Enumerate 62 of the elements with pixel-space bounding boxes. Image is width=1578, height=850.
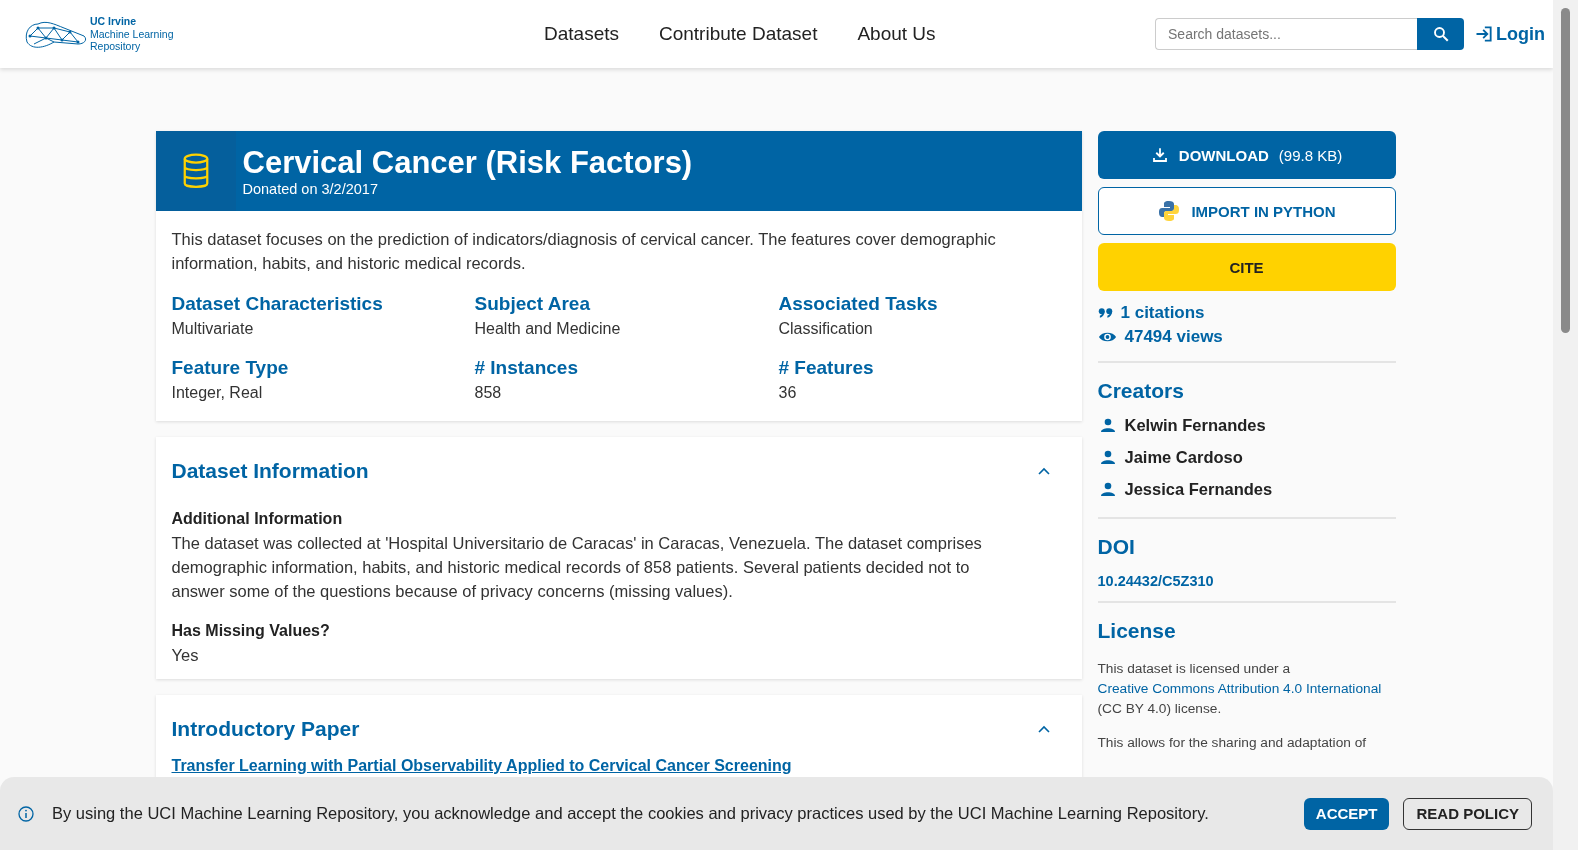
citation-count[interactable]: 1 citations: [1120, 301, 1205, 325]
creator-name: Kelwin Fernandes: [1124, 415, 1266, 436]
cite-button[interactable]: CITE: [1097, 243, 1396, 291]
nav-link[interactable]: Datasets: [544, 23, 619, 45]
view-count: 47494 views: [1124, 326, 1223, 348]
characteristic-label: Dataset Characteristics: [171, 292, 384, 316]
dataset-title: Cervical Cancer (Risk Factors): [242, 145, 693, 181]
accept-button[interactable]: ACCEPT: [1303, 797, 1390, 830]
creator-name: Jaime Cardoso: [1124, 447, 1243, 468]
import-python-button[interactable]: IMPORT IN PYTHON: [1097, 187, 1396, 235]
donation-date: Donated on 3/2/2017: [242, 181, 379, 197]
license-text: This allows for the sharing and adaptation of: [1097, 734, 1368, 752]
info-heading: Additional Information: [171, 509, 344, 529]
nav-link[interactable]: About Us: [857, 23, 936, 45]
person-icon: [1100, 418, 1115, 432]
quote-icon: [1097, 307, 1113, 319]
characteristic-label: # Instances: [474, 356, 579, 380]
chevron-up-icon[interactable]: [1037, 725, 1050, 733]
login-link[interactable]: Login: [1474, 23, 1545, 45]
logo-text: Machine Learning: [90, 27, 174, 41]
characteristic-label: Associated Tasks: [778, 292, 939, 316]
characteristic-label: Subject Area: [474, 292, 591, 316]
characteristic-label: # Features: [778, 356, 875, 380]
nav-link[interactable]: Contribute Dataset: [659, 23, 818, 45]
creator-name: Jessica Fernandes: [1124, 479, 1273, 500]
doi-heading: DOI: [1097, 534, 1136, 560]
logo-text: Repository: [90, 40, 142, 53]
info-heading: Has Missing Values?: [171, 621, 331, 641]
person-icon: [1100, 450, 1115, 464]
person-icon: [1100, 482, 1115, 496]
info-text: The dataset was collected at 'Hospital Universitario de Caracas' in Caracas, Venezuela. The dataset comprises demographic information, habits, and historic medical records of 858 patients. Several patients decided not to answer some of the questions because of privacy concerns (missing values).: [171, 533, 983, 602]
info-text: Yes: [171, 645, 200, 666]
search-icon: [1431, 25, 1450, 43]
characteristic-value: Classification: [778, 319, 874, 339]
section-title: Dataset Information: [171, 459, 369, 483]
characteristic-value: Integer, Real: [171, 383, 264, 403]
search-field[interactable]: Search datasets...: [1155, 18, 1417, 50]
download-button[interactable]: DOWNLOAD (99.8 KB): [1097, 131, 1396, 179]
chevron-up-icon[interactable]: [1037, 467, 1050, 475]
search-button[interactable]: [1417, 18, 1464, 50]
scrollbar-thumb[interactable]: [1561, 8, 1570, 333]
cookie-notice: By using the UCI Machine Learning Repository, you acknowledge and accept the cookies and privacy practices used by the UCI Machine Learning Repository.: [52, 804, 1210, 823]
section-title: Introductory Paper: [171, 717, 360, 741]
paper-link[interactable]: Transfer Learning with Partial Observability Applied to Cervical Cancer Screening: [171, 757, 792, 775]
license-text: This dataset is licensed under a Creative Commons Attribution 4.0 International (CC BY 4.0) license.: [1097, 660, 1383, 718]
characteristic-value: Health and Medicine: [474, 319, 622, 339]
characteristic-value: 36: [778, 383, 798, 403]
info-icon: [18, 805, 34, 822]
doi-link[interactable]: 10.24432/C5Z310: [1097, 573, 1396, 589]
eye-icon: [1097, 330, 1117, 344]
login-icon: [1474, 24, 1494, 44]
dataset-description: This dataset focuses on the prediction of indicators/diagnosis of cervical cancer. The features cover demographic information, habits, and historic medical records.: [171, 229, 997, 274]
license-link[interactable]: Creative Commons Attribution 4.0 International: [1097, 681, 1382, 696]
characteristic-value: 858: [474, 383, 503, 403]
policy-button[interactable]: READ POLICY: [1403, 797, 1532, 830]
creators-heading: Creators: [1097, 378, 1185, 404]
license-heading: License: [1097, 618, 1177, 644]
logo-text: UC Irvine: [90, 15, 138, 28]
characteristic-value: Multivariate: [171, 319, 255, 339]
python-icon: [1157, 199, 1182, 223]
characteristic-label: Feature Type: [171, 356, 290, 380]
download-icon: [1150, 146, 1169, 164]
